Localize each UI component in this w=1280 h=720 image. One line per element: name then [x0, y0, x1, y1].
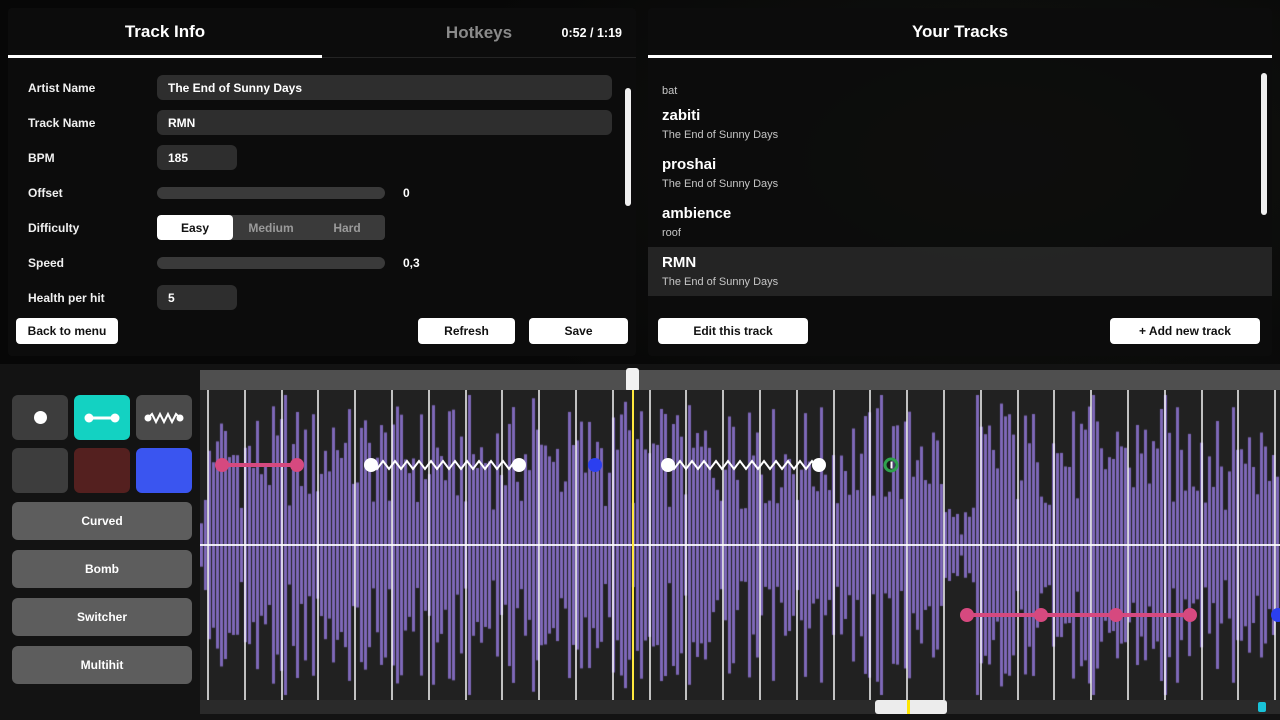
- speed-label: Speed: [28, 256, 157, 270]
- save-button[interactable]: Save: [529, 318, 628, 344]
- track-name-input[interactable]: [157, 110, 612, 135]
- minimap-playhead-tick: [907, 700, 910, 714]
- track-name: RMN: [662, 254, 1272, 271]
- track-artist: bat: [662, 85, 1272, 97]
- switcher-tool-button[interactable]: Switcher: [12, 598, 192, 636]
- color-swatch-blue-button[interactable]: [136, 448, 192, 493]
- track-artist: The End of Sunny Days: [662, 276, 1272, 288]
- form-row-health: Health per hit: [28, 280, 636, 315]
- pink-slider-node[interactable]: [1034, 608, 1048, 622]
- health-input[interactable]: [157, 285, 237, 310]
- pink-slider-node[interactable]: [290, 458, 304, 472]
- form-row-difficulty: Difficulty Easy Medium Hard: [28, 210, 636, 245]
- notes-layer: [200, 390, 1280, 700]
- zigzag-node[interactable]: [364, 458, 378, 472]
- artist-label: Artist Name: [28, 81, 157, 95]
- edit-track-button[interactable]: Edit this track: [658, 318, 808, 344]
- scrub-marker[interactable]: [626, 368, 639, 392]
- your-tracks-panel: Your Tracks bat zabiti The End of Sunny …: [648, 8, 1272, 356]
- zigzag-note-tool-button[interactable]: [136, 395, 192, 440]
- note-tool-palette: Curved Bomb Switcher Multihit: [12, 395, 192, 684]
- track-artist: roof: [662, 227, 1272, 239]
- zigzag-slider-body[interactable]: [668, 458, 819, 472]
- track-list-item[interactable]: zabiti The End of Sunny Days: [648, 100, 1272, 149]
- artist-input[interactable]: [157, 75, 612, 100]
- refresh-button[interactable]: Refresh: [418, 318, 515, 344]
- track-info-form: Artist Name Track Name BPM Offset 0 Diff…: [8, 58, 636, 315]
- track-list-item[interactable]: bat: [648, 68, 1272, 100]
- color-swatch-red-button[interactable]: [74, 448, 130, 493]
- track-name: proshai: [662, 156, 1272, 173]
- waveform-area[interactable]: [200, 390, 1280, 700]
- track-artist: The End of Sunny Days: [662, 178, 1272, 190]
- zigzag-node[interactable]: [812, 458, 826, 472]
- beatmap-editor: Curved Bomb Switcher Multihit: [0, 364, 1280, 720]
- minimap-viewport[interactable]: [875, 700, 947, 714]
- tap-note-blue[interactable]: [588, 458, 602, 472]
- your-tracks-title: Your Tracks: [648, 8, 1272, 58]
- pink-slider-body[interactable]: [222, 463, 297, 467]
- slider-note-tool-button-selected[interactable]: [74, 395, 130, 440]
- track-info-header: Track Info Hotkeys 0:52 / 1:19: [8, 8, 636, 58]
- health-label: Health per hit: [28, 291, 157, 305]
- minimap-scrollbar[interactable]: [200, 700, 1280, 714]
- track-info-scrollbar[interactable]: [625, 88, 631, 206]
- time-display: 0:52 / 1:19: [562, 8, 622, 58]
- note-color-row: [12, 448, 192, 493]
- difficulty-hard-button[interactable]: Hard: [309, 215, 385, 240]
- track-info-panel: Track Info Hotkeys 0:52 / 1:19 Artist Na…: [8, 8, 636, 356]
- form-row-offset: Offset 0: [28, 175, 636, 210]
- track-name-label: Track Name: [28, 116, 157, 130]
- pink-slider-node[interactable]: [1109, 608, 1123, 622]
- switch-note-green[interactable]: [884, 458, 899, 473]
- bpm-input[interactable]: [157, 145, 237, 170]
- difficulty-label: Difficulty: [28, 221, 157, 235]
- curved-tool-button[interactable]: Curved: [12, 502, 192, 540]
- slider-note-icon: [84, 412, 120, 424]
- offset-label: Offset: [28, 186, 157, 200]
- minimap-end-marker: [1258, 702, 1266, 712]
- zigzag-note-icon: [144, 411, 184, 425]
- form-row-track: Track Name: [28, 105, 636, 140]
- track-artist: The End of Sunny Days: [662, 129, 1272, 141]
- bpm-label: BPM: [28, 151, 157, 165]
- track-list-item-selected[interactable]: RMN The End of Sunny Days: [648, 247, 1272, 296]
- zigzag-node[interactable]: [512, 458, 526, 472]
- back-to-menu-button[interactable]: Back to menu: [16, 318, 118, 344]
- track-list-item[interactable]: proshai The End of Sunny Days: [648, 149, 1272, 198]
- pink-slider-body[interactable]: [967, 613, 1192, 617]
- speed-value: 0,3: [403, 256, 420, 270]
- multihit-tool-button[interactable]: Multihit: [12, 646, 192, 684]
- form-row-bpm: BPM: [28, 140, 636, 175]
- bomb-tool-button[interactable]: Bomb: [12, 550, 192, 588]
- zigzag-slider-body[interactable]: [371, 458, 519, 472]
- add-track-button[interactable]: + Add new track: [1110, 318, 1260, 344]
- zigzag-node[interactable]: [661, 458, 675, 472]
- tap-note-blue[interactable]: [1271, 608, 1280, 622]
- tracks-list: bat zabiti The End of Sunny Days proshai…: [648, 58, 1272, 296]
- form-row-artist: Artist Name: [28, 70, 636, 105]
- difficulty-medium-button[interactable]: Medium: [233, 215, 309, 240]
- tap-note-icon: [34, 411, 47, 424]
- scrub-bar[interactable]: [200, 370, 1280, 390]
- note-type-row: [12, 395, 192, 440]
- offset-value: 0: [403, 186, 410, 200]
- offset-slider[interactable]: [157, 187, 385, 199]
- track-name: ambience: [662, 205, 1272, 222]
- tab-track-info[interactable]: Track Info: [8, 8, 322, 58]
- speed-slider[interactable]: [157, 257, 385, 269]
- your-tracks-scrollbar[interactable]: [1261, 73, 1267, 215]
- pink-slider-node[interactable]: [215, 458, 229, 472]
- difficulty-easy-button[interactable]: Easy: [157, 215, 233, 240]
- app-root: Track Info Hotkeys 0:52 / 1:19 Artist Na…: [0, 0, 1280, 720]
- timeline: [200, 370, 1280, 720]
- pink-slider-node[interactable]: [1183, 608, 1197, 622]
- track-name: zabiti: [662, 107, 1272, 124]
- color-swatch-gray-button[interactable]: [12, 448, 68, 493]
- form-row-speed: Speed 0,3: [28, 245, 636, 280]
- track-list-item[interactable]: ambience roof: [648, 198, 1272, 247]
- tap-note-tool-button[interactable]: [12, 395, 68, 440]
- pink-slider-node[interactable]: [960, 608, 974, 622]
- difficulty-segmented: Easy Medium Hard: [157, 215, 385, 240]
